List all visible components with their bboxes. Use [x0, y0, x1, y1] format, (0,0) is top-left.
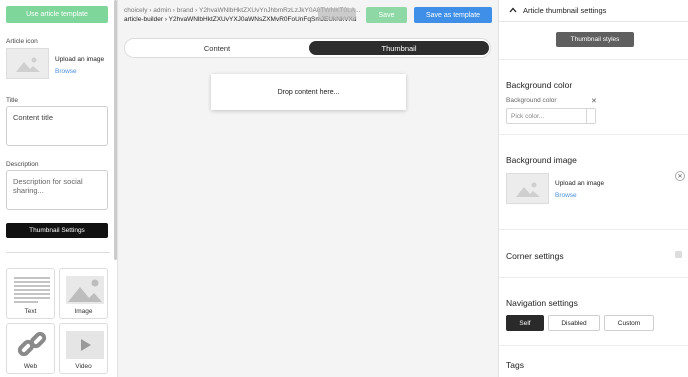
tile-label: Image [74, 308, 93, 315]
tile-video[interactable]: Video [59, 323, 108, 374]
preview-toggle[interactable] [318, 8, 356, 20]
use-article-template-button[interactable]: Use article template [6, 6, 108, 23]
drop-zone[interactable]: Drop content here... [211, 74, 406, 110]
color-swatch[interactable] [586, 108, 596, 124]
tab-content[interactable]: Content [129, 41, 305, 55]
corner-settings-checkbox[interactable] [675, 251, 682, 258]
title-input[interactable]: Content title [6, 106, 108, 146]
tile-image[interactable]: Image [59, 268, 108, 319]
article-icon-label: Article icon [6, 38, 38, 45]
corner-settings-title: Corner settings [506, 251, 564, 261]
play-icon [64, 329, 105, 361]
divider [499, 229, 688, 230]
browse-link[interactable]: Browse [555, 192, 577, 199]
title-label: Title [6, 97, 19, 104]
image-placeholder-icon [15, 57, 40, 72]
tile-web[interactable]: Web [6, 323, 55, 374]
clear-color-icon[interactable]: ✕ [591, 97, 597, 105]
tab-thumbnail[interactable]: Thumbnail [309, 41, 489, 55]
browse-link[interactable]: Browse [55, 68, 77, 75]
tile-text[interactable]: Text [6, 268, 55, 319]
remove-image-icon[interactable]: ✕ [675, 171, 685, 181]
divider [6, 252, 110, 253]
nav-disabled-button[interactable]: Disabled [548, 315, 600, 331]
panel-header[interactable]: Article thumbnail settings [499, 0, 688, 22]
description-label: Description [6, 161, 39, 168]
divider [499, 59, 688, 60]
article-icon-placeholder[interactable] [6, 48, 49, 79]
background-image-placeholder[interactable] [506, 173, 549, 204]
left-sidebar: Use article template Article icon Upload… [0, 0, 118, 377]
thumbnail-styles-button[interactable]: Thumbnail styles [556, 32, 634, 47]
color-picker-input[interactable]: Pick color... [506, 108, 596, 124]
tile-label: Text [24, 308, 37, 315]
description-input[interactable]: Description for social sharing... [6, 170, 108, 210]
navigation-settings-title: Navigation settings [506, 298, 578, 308]
right-panel: Article thumbnail settings Thumbnail sty… [498, 0, 688, 377]
save-as-template-button[interactable]: Save as template [414, 7, 492, 23]
thumbnail-settings-button[interactable]: Thumbnail Settings [6, 223, 108, 238]
panel-title: Article thumbnail settings [523, 6, 607, 15]
background-color-label: Background color [506, 97, 557, 104]
divider [499, 345, 688, 346]
sidebar-scrollbar[interactable] [114, 0, 117, 260]
save-button[interactable]: Save [366, 7, 407, 23]
tile-label: Video [75, 363, 92, 370]
link-icon [11, 329, 52, 361]
image-icon [64, 274, 105, 306]
divider [499, 277, 688, 278]
text-lines-icon [11, 274, 52, 306]
editor-tabs: Content Thumbnail [124, 38, 491, 58]
tile-label: Web [23, 363, 38, 370]
image-placeholder-icon [515, 182, 540, 197]
tags-title: Tags [506, 360, 524, 370]
chevron-up-icon[interactable] [509, 6, 517, 15]
nav-self-button[interactable]: Self [506, 315, 544, 331]
divider [499, 134, 688, 135]
upload-image-label: Upload an image [55, 56, 105, 63]
upload-image-label: Upload an image [555, 180, 605, 187]
background-image-title: Background image [506, 155, 577, 165]
background-color-title: Background color [506, 80, 573, 90]
nav-custom-button[interactable]: Custom [604, 315, 654, 331]
